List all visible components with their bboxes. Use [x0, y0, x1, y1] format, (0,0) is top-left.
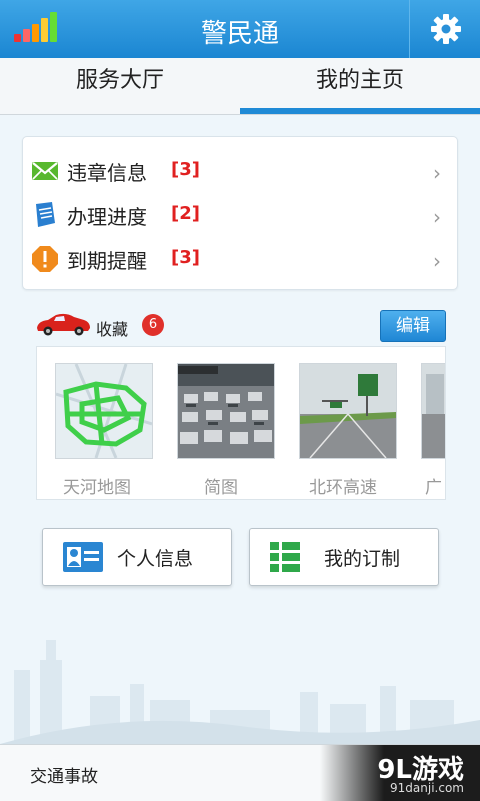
envelope-icon — [32, 162, 58, 180]
city-skyline-background — [0, 640, 480, 744]
tab-service-hall[interactable]: 服务大厅 — [0, 58, 240, 114]
list-item-progress[interactable]: 办理进度 [2] › — [23, 193, 457, 237]
gear-icon — [431, 14, 461, 44]
map-thumbnail-image — [56, 364, 152, 458]
tab-bar: 服务大厅 我的主页 — [0, 58, 480, 115]
favorite-thumbnail-map[interactable] — [55, 363, 153, 459]
button-label: 个人信息 — [117, 548, 194, 570]
item-label: 办理进度 — [67, 205, 147, 229]
traffic-accident-link[interactable]: 交通事故 — [30, 762, 98, 787]
favorite-caption: 广 — [425, 478, 442, 498]
document-icon — [36, 202, 55, 227]
favorites-gallery[interactable]: 天河地图 简图 北环高速 广 — [36, 346, 446, 500]
favorites-header: 收藏 6 编辑 — [34, 308, 446, 344]
tab-label: 服务大厅 — [75, 68, 164, 93]
item-count: [3] — [171, 247, 200, 268]
favorite-caption: 北环高速 — [309, 478, 377, 498]
favorite-thumbnail-traffic[interactable] — [177, 363, 275, 459]
list-item-violations[interactable]: 违章信息 [3] › — [23, 149, 457, 193]
car-icon — [37, 313, 90, 336]
item-label: 到期提醒 — [67, 249, 147, 273]
tab-my-homepage[interactable]: 我的主页 — [240, 58, 480, 114]
notification-panel: 违章信息 [3] › 办理进度 [2] › 到期提醒 [3] › — [22, 136, 458, 290]
title-bar: 警民通 — [0, 0, 480, 59]
item-count: [3] — [171, 159, 200, 180]
partial-photo-image — [422, 364, 445, 458]
favorites-label: 收藏 — [96, 320, 129, 339]
button-label: 我的订制 — [324, 548, 401, 570]
edit-button[interactable]: 编辑 — [380, 310, 446, 342]
tab-label: 我的主页 — [315, 68, 404, 93]
personal-info-button[interactable]: 个人信息 — [42, 528, 232, 586]
favorite-thumbnail-highway[interactable] — [299, 363, 397, 459]
my-subscription-button[interactable]: 我的订制 — [249, 528, 439, 586]
id-card-icon — [63, 542, 103, 572]
favorite-caption: 天河地图 — [63, 478, 131, 498]
app-title: 警民通 — [200, 19, 279, 49]
bottom-bar: 交通事故 9L游戏 91danji.com — [0, 744, 480, 801]
active-tab-indicator — [240, 108, 480, 114]
chevron-right-icon: › — [433, 249, 441, 273]
list-grid-icon — [270, 542, 300, 572]
watermark: 9L游戏 91danji.com — [320, 745, 480, 801]
highway-photo-image — [300, 364, 396, 458]
settings-button[interactable] — [409, 0, 480, 58]
favorites-count-badge: 6 — [142, 314, 164, 336]
chevron-right-icon: › — [433, 205, 441, 229]
chevron-right-icon: › — [433, 161, 441, 185]
watermark-url: 91danji.com — [390, 781, 464, 795]
item-label: 违章信息 — [67, 161, 147, 185]
traffic-photo-image — [178, 364, 274, 458]
item-count: [2] — [171, 203, 200, 224]
favorite-caption: 简图 — [204, 478, 238, 498]
alert-icon — [32, 246, 58, 272]
list-item-reminders[interactable]: 到期提醒 [3] › — [23, 237, 457, 281]
favorite-thumbnail-partial[interactable] — [421, 363, 445, 459]
